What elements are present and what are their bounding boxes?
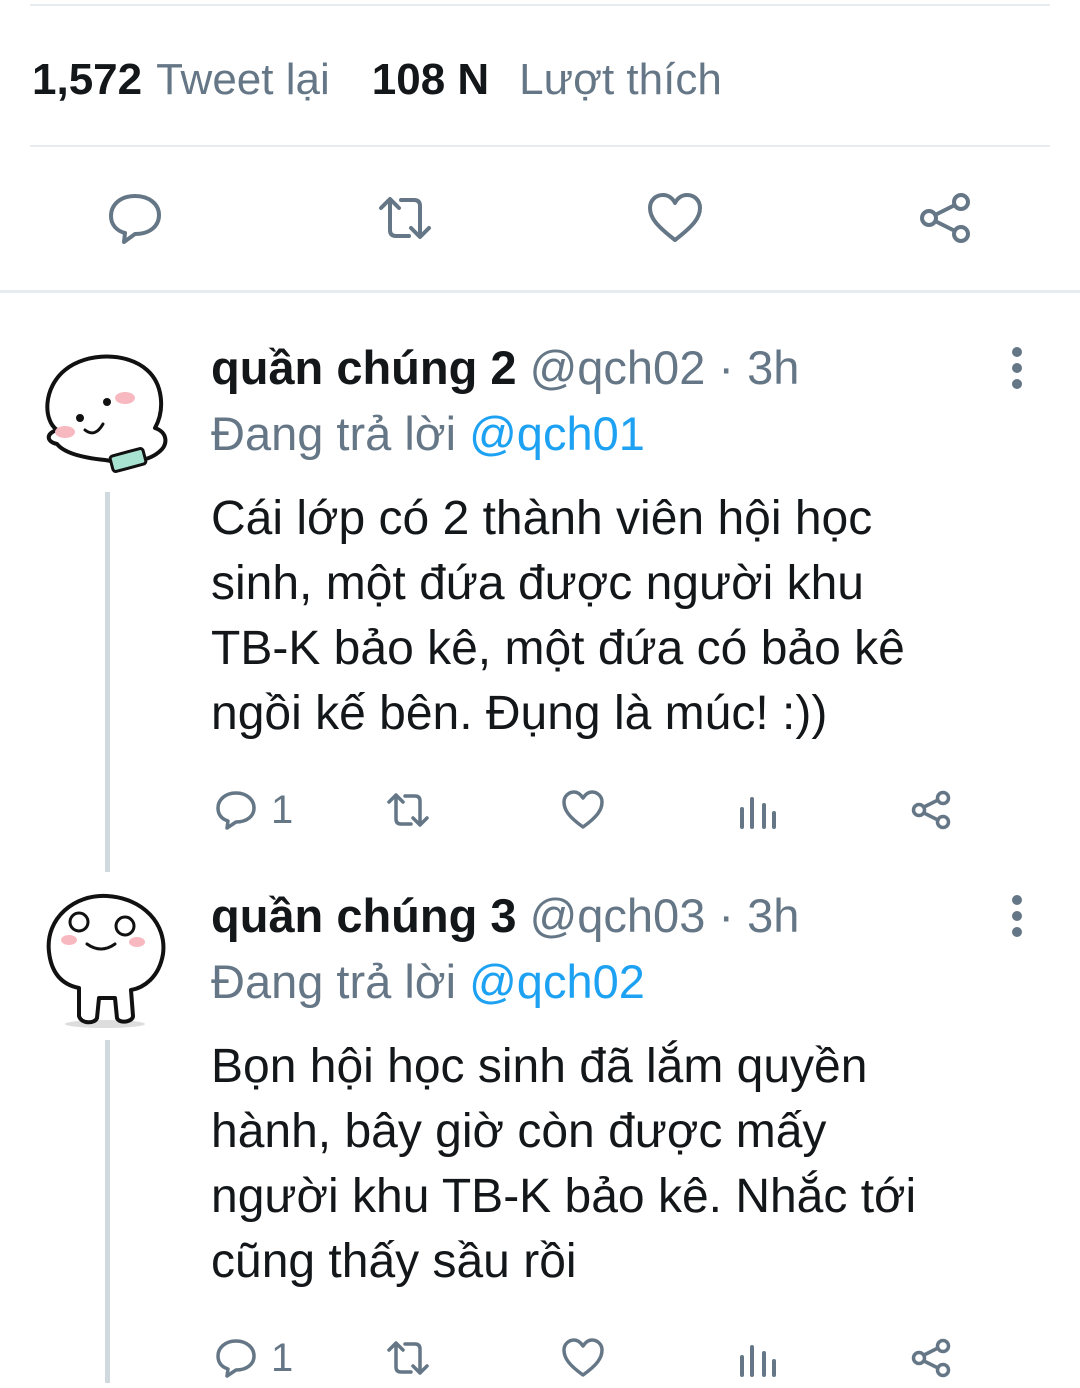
tweet-text-line: ngồi kế bên. Đụng là múc! :)) — [211, 687, 828, 740]
more-vertical-icon — [1012, 347, 1022, 389]
actions-divider — [0, 290, 1080, 293]
timestamp[interactable]: 3h — [747, 889, 799, 942]
replying-prefix: Đang trả lời — [211, 955, 457, 1008]
reply-count: 1 — [271, 787, 294, 832]
separator-dot: · — [718, 889, 735, 942]
like-button[interactable] — [640, 183, 710, 253]
display-name[interactable]: quần chúng 3 — [211, 889, 517, 942]
heart-icon — [562, 790, 604, 829]
share-action[interactable] — [908, 780, 954, 840]
analytics-action[interactable] — [735, 780, 781, 840]
replying-to: Đang trả lời @qch02 — [211, 952, 645, 1012]
reply-icon — [216, 791, 256, 830]
retweet-count[interactable]: 1,572 — [32, 55, 142, 105]
retweet-label[interactable]: Tweet lại — [156, 55, 330, 105]
retweet-icon — [387, 793, 429, 827]
tweet-text-line: hành, bây giờ còn được mấy — [211, 1105, 827, 1158]
reply-action[interactable]: 1 — [213, 1328, 293, 1388]
tweet-text-line: sinh, một đứa được người khu — [211, 557, 864, 610]
reply-button[interactable] — [100, 183, 170, 253]
like-count[interactable]: 108 N — [372, 55, 489, 105]
thread-line — [105, 492, 110, 872]
replying-prefix: Đang trả lời — [211, 407, 457, 460]
share-icon — [911, 1338, 951, 1378]
reply-header: quần chúng 2 @qch02 · 3h — [211, 338, 799, 398]
like-action[interactable] — [560, 780, 606, 840]
avatar-sticker-image — [45, 354, 168, 473]
stats-divider — [30, 145, 1050, 147]
retweet-icon — [387, 1341, 429, 1375]
retweet-action[interactable] — [385, 780, 431, 840]
retweet-action[interactable] — [385, 1328, 431, 1388]
reply-icon — [216, 1339, 256, 1378]
share-icon — [920, 193, 970, 243]
avatar[interactable] — [35, 340, 175, 480]
more-options-button[interactable] — [1000, 886, 1034, 946]
reply-header: quần chúng 3 @qch03 · 3h — [211, 886, 799, 946]
heart-icon — [562, 1338, 604, 1377]
analytics-icon — [740, 797, 776, 829]
replying-mention[interactable]: @qch01 — [469, 407, 645, 460]
analytics-icon — [740, 1345, 776, 1377]
analytics-action[interactable] — [735, 1328, 781, 1388]
retweet-icon — [379, 197, 431, 239]
retweet-button[interactable] — [370, 183, 440, 253]
user-handle[interactable]: @qch02 — [530, 341, 706, 394]
more-vertical-icon — [1012, 895, 1022, 937]
tweet-text: Bọn hội học sinh đã lắm quyền hành, bây … — [211, 1034, 1031, 1294]
tweet-text: Cái lớp có 2 thành viên hội học sinh, mộ… — [211, 486, 1031, 746]
reply-icon — [109, 194, 161, 244]
share-button[interactable] — [910, 183, 980, 253]
avatar[interactable] — [35, 888, 175, 1028]
top-divider — [30, 4, 1050, 6]
separator-dot: · — [718, 341, 735, 394]
timestamp[interactable]: 3h — [747, 341, 799, 394]
tweet-stats: 1,572 Tweet lại 108 N Lượt thích — [32, 50, 722, 110]
like-label[interactable]: Lượt thích — [519, 55, 722, 105]
replying-to: Đang trả lời @qch01 — [211, 404, 645, 464]
more-options-button[interactable] — [1000, 338, 1034, 398]
tweet-text-line: Bọn hội học sinh đã lắm quyền — [211, 1040, 868, 1093]
tweet-text-line: người khu TB-K bảo kê. Nhắc tới — [211, 1170, 917, 1223]
display-name[interactable]: quần chúng 2 — [211, 341, 517, 394]
avatar-sticker-image — [46, 893, 166, 1028]
user-handle[interactable]: @qch03 — [530, 889, 706, 942]
share-icon — [911, 790, 951, 830]
share-action[interactable] — [908, 1328, 954, 1388]
reply-count: 1 — [271, 1335, 294, 1380]
reply-action[interactable]: 1 — [213, 780, 293, 840]
thread-line — [105, 1040, 110, 1383]
tweet-text-line: cũng thấy sầu rồi — [211, 1235, 577, 1288]
tweet-text-line: TB-K bảo kê, một đứa có bảo kê — [211, 622, 905, 675]
heart-icon — [648, 193, 702, 242]
like-action[interactable] — [560, 1328, 606, 1388]
replying-mention[interactable]: @qch02 — [469, 955, 645, 1008]
tweet-text-line: Cái lớp có 2 thành viên hội học — [211, 492, 873, 545]
